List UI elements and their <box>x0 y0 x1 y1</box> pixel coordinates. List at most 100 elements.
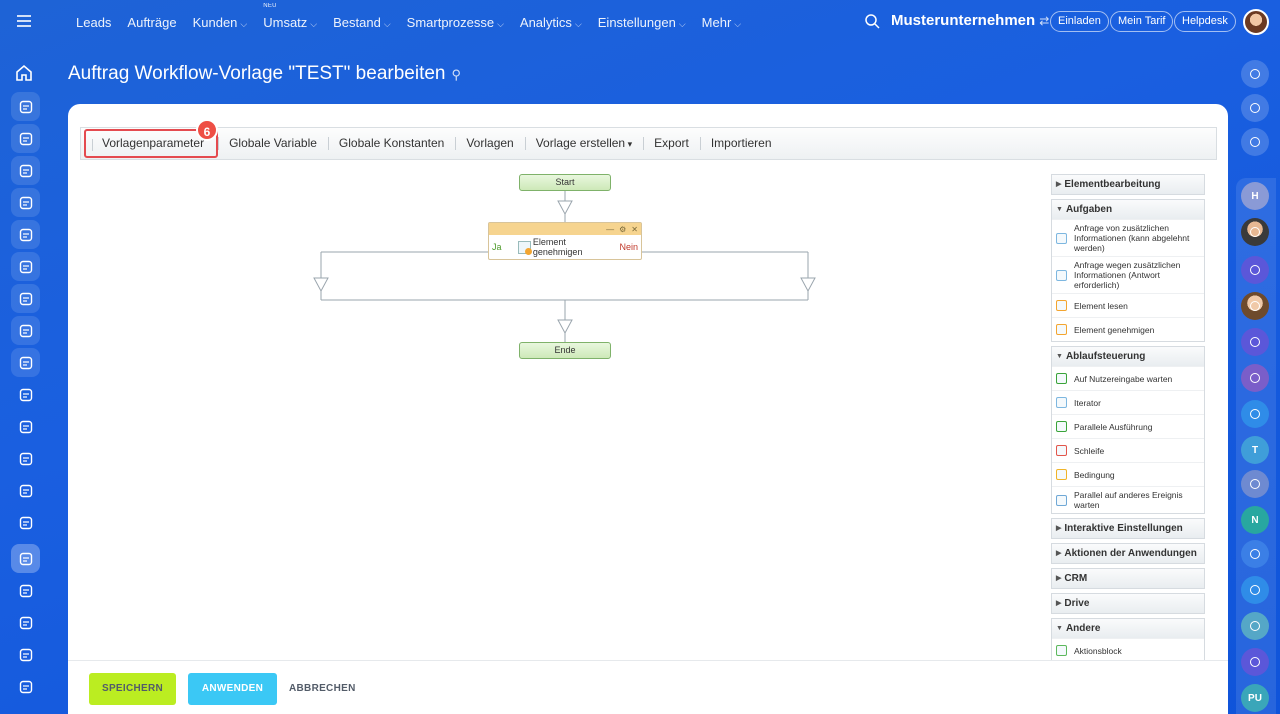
target-icon[interactable] <box>11 576 40 605</box>
palette-group-title: Interaktive Einstellungen <box>1064 523 1183 534</box>
invite-button[interactable]: Einladen <box>1050 11 1109 32</box>
chat-avatar[interactable]: N <box>1241 506 1269 534</box>
card-icon[interactable] <box>11 476 40 505</box>
save-button[interactable]: SPEICHERN <box>89 673 176 705</box>
palette-group-header[interactable]: ▶ CRM <box>1052 569 1204 588</box>
bell-icon[interactable] <box>1241 60 1269 88</box>
screen-icon[interactable] <box>11 348 40 377</box>
nav-item-kunden[interactable]: Kunden ⌵ <box>185 15 256 30</box>
ai-chat-icon[interactable] <box>1241 328 1269 356</box>
ai-chat-icon[interactable] <box>1241 648 1269 676</box>
helpdesk-button[interactable]: Helpdesk <box>1174 11 1236 32</box>
palette-group-header[interactable]: ▶ Elementbearbeitung <box>1052 175 1204 194</box>
settings-icon[interactable]: ⚙ <box>619 225 626 234</box>
workflow-diagram: Start — ⚙ ✕ Ja Element genehmigen Nein E… <box>68 104 1048 704</box>
user-photo-icon[interactable] <box>1241 218 1269 246</box>
task-icon[interactable] <box>1241 470 1269 498</box>
funnel-icon[interactable] <box>11 444 40 473</box>
activity-icon <box>1056 373 1067 384</box>
caret-right-icon: ▶ <box>1056 550 1062 557</box>
chat-search-icon[interactable] <box>1241 128 1269 156</box>
ai-chat-icon[interactable] <box>1241 256 1269 284</box>
chat-bubble-glyph <box>1250 409 1260 419</box>
users-icon[interactable] <box>11 220 40 249</box>
approve-element-block[interactable]: — ⚙ ✕ Ja Element genehmigen Nein <box>488 222 642 260</box>
nav-item-aufträge[interactable]: Aufträge <box>119 15 184 30</box>
palette-item[interactable]: Element lesen <box>1052 293 1204 317</box>
palette-item[interactable]: Schleife <box>1052 438 1204 462</box>
chat-avatar[interactable]: H <box>1241 182 1269 210</box>
nav-item-einstellungen[interactable]: Einstellungen ⌵ <box>590 15 694 30</box>
palette-item[interactable]: Anfrage von zusätzlichen Informationen (… <box>1052 219 1204 256</box>
chat-bubble-icon[interactable] <box>1241 400 1269 428</box>
chat-icon[interactable] <box>11 156 40 185</box>
menu-icon[interactable] <box>17 15 31 30</box>
checkbox-icon[interactable] <box>11 284 40 313</box>
activity-icon <box>1056 645 1067 656</box>
chat-avatar[interactable]: T <box>1241 436 1269 464</box>
cancel-button[interactable]: ABBRECHEN <box>289 673 355 705</box>
document-icon[interactable] <box>11 124 40 153</box>
pin-icon[interactable]: ⚲ <box>451 67 461 83</box>
file-icon[interactable] <box>11 252 40 281</box>
company-name[interactable]: Musterunternehmen ⇄ <box>891 12 1049 29</box>
palette-group-title: Andere <box>1065 623 1101 634</box>
palette-group-header[interactable]: ▶ Interaktive Einstellungen <box>1052 519 1204 538</box>
palette-item[interactable]: Parallele Ausführung <box>1052 414 1204 438</box>
gear-icon[interactable] <box>11 672 40 701</box>
task-icon[interactable] <box>1241 612 1269 640</box>
search-icon[interactable] <box>864 13 880 29</box>
nav-item-leads[interactable]: Leads <box>68 15 119 30</box>
copilot-icon[interactable] <box>1241 94 1269 122</box>
palette-item[interactable]: Element genehmigen <box>1052 317 1204 341</box>
analytics-icon[interactable] <box>11 380 40 409</box>
lock-icon[interactable] <box>1241 576 1269 604</box>
group-icon[interactable] <box>1241 540 1269 568</box>
calendar-icon[interactable] <box>11 188 40 217</box>
user-photo-icon[interactable] <box>1241 292 1269 320</box>
palette-group-header[interactable]: ▶ Drive <box>1052 594 1204 613</box>
palette-group-header[interactable]: ▼ Andere <box>1052 619 1204 638</box>
home-icon[interactable] <box>15 64 33 82</box>
edit-icon[interactable] <box>11 608 40 637</box>
palette-item[interactable]: Auf Nutzereingabe warten <box>1052 366 1204 390</box>
headset-icon[interactable] <box>11 640 40 669</box>
palette-item[interactable]: Parallel auf anderes Ereignis warten <box>1052 486 1204 513</box>
start-node[interactable]: Start <box>519 174 611 191</box>
caret-right-icon: ▶ <box>1056 181 1062 188</box>
palette-group-header[interactable]: ▶ Aktionen der Anwendungen <box>1052 544 1204 563</box>
palette-group-header[interactable]: ▼ Ablaufsteuerung <box>1052 347 1204 366</box>
activity-icon <box>1056 324 1067 335</box>
nav-item-bestand[interactable]: Bestand ⌵ <box>325 15 399 30</box>
palette-item[interactable]: Iterator <box>1052 390 1204 414</box>
chevron-down-icon: ⌵ <box>734 18 742 29</box>
approve-icon <box>518 240 532 255</box>
palette-item-label: Schleife <box>1074 445 1105 456</box>
palette-item[interactable]: Aktionsblock <box>1052 638 1204 662</box>
chat-avatar[interactable]: PU <box>1241 684 1269 712</box>
nav-item-smartprozesse[interactable]: Smartprozesse ⌵ <box>399 15 512 30</box>
ai-chat-glyph <box>1250 265 1260 275</box>
close-icon[interactable]: ✕ <box>631 225 638 234</box>
minimize-icon[interactable]: — <box>606 225 614 234</box>
robot-icon[interactable] <box>11 544 40 573</box>
drive-icon[interactable] <box>11 316 40 345</box>
user-avatar[interactable] <box>1243 9 1269 35</box>
nav-item-mehr[interactable]: Mehr ⌵ <box>694 15 749 30</box>
activity-icon <box>1056 269 1067 281</box>
end-node[interactable]: Ende <box>519 342 611 359</box>
cart-icon[interactable] <box>11 412 40 441</box>
tariff-button[interactable]: Mein Tarif <box>1110 11 1174 32</box>
lock-icon[interactable] <box>1241 364 1269 392</box>
caret-down-icon: ▼ <box>1056 206 1063 213</box>
nav-item-analytics[interactable]: Analytics ⌵ <box>512 15 590 30</box>
palette-item[interactable]: Anfrage wegen zusätzlichen Informationen… <box>1052 256 1204 293</box>
calendar-grid-icon[interactable] <box>11 508 40 537</box>
diagram-connectors <box>313 191 816 342</box>
nav-item-label: Kunden <box>192 14 238 30</box>
puzzle-icon[interactable] <box>11 92 40 121</box>
apply-button[interactable]: ANWENDEN <box>188 673 277 705</box>
palette-item[interactable]: Bedingung <box>1052 462 1204 486</box>
palette-group-header[interactable]: ▼ Aufgaben <box>1052 200 1204 219</box>
nav-item-umsatz[interactable]: NEU Umsatz ⌵ <box>255 3 325 30</box>
